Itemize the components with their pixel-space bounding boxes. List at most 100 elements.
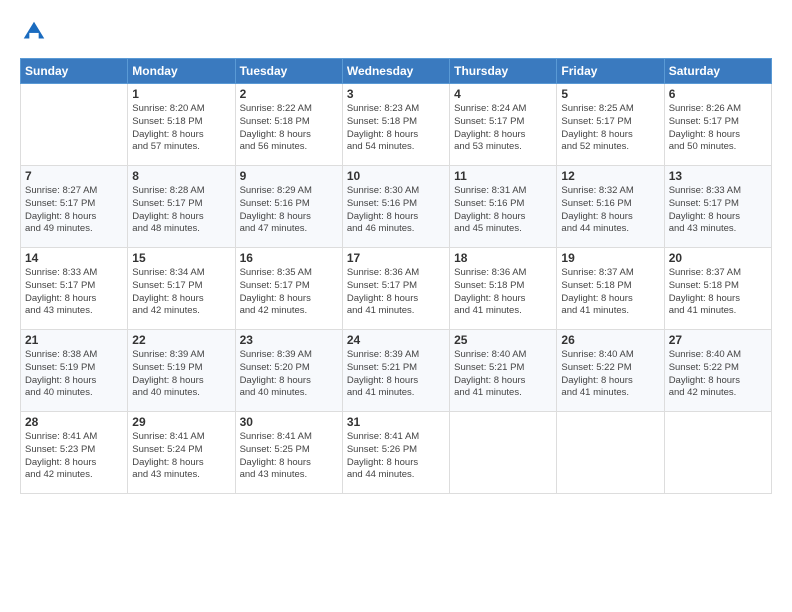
day-number: 30	[240, 415, 338, 429]
col-header-sunday: Sunday	[21, 59, 128, 84]
day-number: 3	[347, 87, 445, 101]
day-number: 25	[454, 333, 552, 347]
day-number: 8	[132, 169, 230, 183]
day-number: 1	[132, 87, 230, 101]
day-cell: 22 Sunrise: 8:39 AM Sunset: 5:19 PM Dayli…	[128, 330, 235, 412]
week-row-4: 28 Sunrise: 8:41 AM Sunset: 5:23 PM Dayli…	[21, 412, 772, 494]
day-cell: 24Sunrise: 8:39 AM Sunset: 5:21 PM Dayli…	[342, 330, 449, 412]
day-cell: 6 Sunrise: 8:26 AM Sunset: 5:17 PM Daylig…	[664, 84, 771, 166]
day-info: Sunrise: 8:26 AM Sunset: 5:17 PM Dayligh…	[669, 103, 767, 154]
day-number: 5	[561, 87, 659, 101]
logo-icon	[20, 18, 48, 46]
day-info: Sunrise: 8:31 AM Sunset: 5:16 PM Dayligh…	[454, 185, 552, 236]
day-number: 9	[240, 169, 338, 183]
logo	[20, 18, 52, 46]
day-info: Sunrise: 8:38 AM Sunset: 5:19 PM Dayligh…	[25, 349, 123, 400]
header-row: SundayMondayTuesdayWednesdayThursdayFrid…	[21, 59, 772, 84]
day-number: 15	[132, 251, 230, 265]
day-info: Sunrise: 8:28 AM Sunset: 5:17 PM Dayligh…	[132, 185, 230, 236]
col-header-saturday: Saturday	[664, 59, 771, 84]
day-number: 7	[25, 169, 123, 183]
day-info: Sunrise: 8:29 AM Sunset: 5:16 PM Dayligh…	[240, 185, 338, 236]
day-info: Sunrise: 8:24 AM Sunset: 5:17 PM Dayligh…	[454, 103, 552, 154]
day-number: 22	[132, 333, 230, 347]
day-number: 23	[240, 333, 338, 347]
col-header-tuesday: Tuesday	[235, 59, 342, 84]
day-info: Sunrise: 8:40 AM Sunset: 5:21 PM Dayligh…	[454, 349, 552, 400]
day-cell: 13Sunrise: 8:33 AM Sunset: 5:17 PM Dayli…	[664, 166, 771, 248]
day-cell: 16 Sunrise: 8:35 AM Sunset: 5:17 PM Dayli…	[235, 248, 342, 330]
col-header-monday: Monday	[128, 59, 235, 84]
col-header-thursday: Thursday	[450, 59, 557, 84]
day-cell: 21Sunrise: 8:38 AM Sunset: 5:19 PM Dayli…	[21, 330, 128, 412]
day-number: 27	[669, 333, 767, 347]
day-cell: 4 Sunrise: 8:24 AM Sunset: 5:17 PM Daylig…	[450, 84, 557, 166]
day-number: 2	[240, 87, 338, 101]
week-row-0: 1 Sunrise: 8:20 AM Sunset: 5:18 PM Daylig…	[21, 84, 772, 166]
day-info: Sunrise: 8:36 AM Sunset: 5:17 PM Dayligh…	[347, 267, 445, 318]
day-cell: 1 Sunrise: 8:20 AM Sunset: 5:18 PM Daylig…	[128, 84, 235, 166]
day-number: 16	[240, 251, 338, 265]
day-cell: 11 Sunrise: 8:31 AM Sunset: 5:16 PM Dayli…	[450, 166, 557, 248]
day-cell: 23 Sunrise: 8:39 AM Sunset: 5:20 PM Dayli…	[235, 330, 342, 412]
day-info: Sunrise: 8:23 AM Sunset: 5:18 PM Dayligh…	[347, 103, 445, 154]
day-info: Sunrise: 8:41 AM Sunset: 5:25 PM Dayligh…	[240, 431, 338, 482]
day-cell: 15 Sunrise: 8:34 AM Sunset: 5:17 PM Dayli…	[128, 248, 235, 330]
day-cell: 31Sunrise: 8:41 AM Sunset: 5:26 PM Dayli…	[342, 412, 449, 494]
day-number: 24	[347, 333, 445, 347]
day-cell	[664, 412, 771, 494]
day-cell: 3 Sunrise: 8:23 AM Sunset: 5:18 PM Daylig…	[342, 84, 449, 166]
day-info: Sunrise: 8:32 AM Sunset: 5:16 PM Dayligh…	[561, 185, 659, 236]
day-number: 10	[347, 169, 445, 183]
day-info: Sunrise: 8:33 AM Sunset: 5:17 PM Dayligh…	[669, 185, 767, 236]
day-info: Sunrise: 8:37 AM Sunset: 5:18 PM Dayligh…	[561, 267, 659, 318]
day-info: Sunrise: 8:34 AM Sunset: 5:17 PM Dayligh…	[132, 267, 230, 318]
page: SundayMondayTuesdayWednesdayThursdayFrid…	[0, 0, 792, 612]
day-cell	[21, 84, 128, 166]
day-number: 6	[669, 87, 767, 101]
day-cell	[557, 412, 664, 494]
day-cell: 30 Sunrise: 8:41 AM Sunset: 5:25 PM Dayli…	[235, 412, 342, 494]
week-row-3: 21Sunrise: 8:38 AM Sunset: 5:19 PM Dayli…	[21, 330, 772, 412]
col-header-wednesday: Wednesday	[342, 59, 449, 84]
day-number: 20	[669, 251, 767, 265]
day-info: Sunrise: 8:20 AM Sunset: 5:18 PM Dayligh…	[132, 103, 230, 154]
day-info: Sunrise: 8:30 AM Sunset: 5:16 PM Dayligh…	[347, 185, 445, 236]
day-cell: 10 Sunrise: 8:30 AM Sunset: 5:16 PM Dayli…	[342, 166, 449, 248]
day-cell: 26 Sunrise: 8:40 AM Sunset: 5:22 PM Dayli…	[557, 330, 664, 412]
day-cell: 18Sunrise: 8:36 AM Sunset: 5:18 PM Dayli…	[450, 248, 557, 330]
day-info: Sunrise: 8:41 AM Sunset: 5:23 PM Dayligh…	[25, 431, 123, 482]
day-info: Sunrise: 8:25 AM Sunset: 5:17 PM Dayligh…	[561, 103, 659, 154]
day-info: Sunrise: 8:22 AM Sunset: 5:18 PM Dayligh…	[240, 103, 338, 154]
day-cell: 25 Sunrise: 8:40 AM Sunset: 5:21 PM Dayli…	[450, 330, 557, 412]
day-cell: 20 Sunrise: 8:37 AM Sunset: 5:18 PM Dayli…	[664, 248, 771, 330]
day-cell: 19 Sunrise: 8:37 AM Sunset: 5:18 PM Dayli…	[557, 248, 664, 330]
day-info: Sunrise: 8:40 AM Sunset: 5:22 PM Dayligh…	[561, 349, 659, 400]
day-number: 14	[25, 251, 123, 265]
day-number: 17	[347, 251, 445, 265]
day-number: 11	[454, 169, 552, 183]
day-cell: 7 Sunrise: 8:27 AM Sunset: 5:17 PM Daylig…	[21, 166, 128, 248]
day-number: 12	[561, 169, 659, 183]
day-cell: 28 Sunrise: 8:41 AM Sunset: 5:23 PM Dayli…	[21, 412, 128, 494]
day-info: Sunrise: 8:35 AM Sunset: 5:17 PM Dayligh…	[240, 267, 338, 318]
day-cell: 17 Sunrise: 8:36 AM Sunset: 5:17 PM Dayli…	[342, 248, 449, 330]
day-info: Sunrise: 8:37 AM Sunset: 5:18 PM Dayligh…	[669, 267, 767, 318]
day-info: Sunrise: 8:27 AM Sunset: 5:17 PM Dayligh…	[25, 185, 123, 236]
day-cell	[450, 412, 557, 494]
day-number: 19	[561, 251, 659, 265]
week-row-2: 14 Sunrise: 8:33 AM Sunset: 5:17 PM Dayli…	[21, 248, 772, 330]
day-cell: 9 Sunrise: 8:29 AM Sunset: 5:16 PM Daylig…	[235, 166, 342, 248]
day-info: Sunrise: 8:33 AM Sunset: 5:17 PM Dayligh…	[25, 267, 123, 318]
day-number: 28	[25, 415, 123, 429]
day-info: Sunrise: 8:39 AM Sunset: 5:20 PM Dayligh…	[240, 349, 338, 400]
day-cell: 27Sunrise: 8:40 AM Sunset: 5:22 PM Dayli…	[664, 330, 771, 412]
day-info: Sunrise: 8:41 AM Sunset: 5:26 PM Dayligh…	[347, 431, 445, 482]
day-info: Sunrise: 8:39 AM Sunset: 5:19 PM Dayligh…	[132, 349, 230, 400]
calendar-table: SundayMondayTuesdayWednesdayThursdayFrid…	[20, 58, 772, 494]
day-cell: 12 Sunrise: 8:32 AM Sunset: 5:16 PM Dayli…	[557, 166, 664, 248]
day-cell: 5 Sunrise: 8:25 AM Sunset: 5:17 PM Daylig…	[557, 84, 664, 166]
day-number: 26	[561, 333, 659, 347]
day-number: 29	[132, 415, 230, 429]
day-number: 4	[454, 87, 552, 101]
